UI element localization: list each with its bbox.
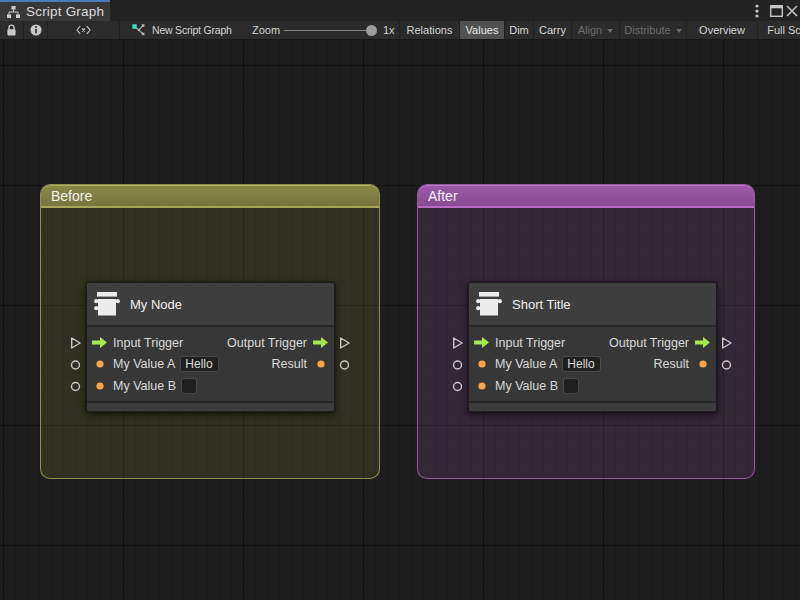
port-result[interactable]: Result bbox=[272, 357, 328, 371]
value-dot-icon bbox=[96, 382, 104, 390]
value-dot-icon bbox=[478, 382, 486, 390]
code-icon bbox=[76, 25, 91, 35]
unit-icon bbox=[93, 291, 121, 317]
flow-arrow-icon bbox=[474, 337, 489, 348]
port-row-trigger: Input Trigger Output Trigger bbox=[87, 332, 334, 353]
group-label: Before bbox=[51, 188, 92, 204]
zoom-label: Zoom bbox=[252, 21, 280, 39]
value-dot-icon bbox=[96, 360, 104, 368]
value-a-input[interactable]: Hello bbox=[180, 356, 219, 372]
port-output-trigger[interactable]: Output Trigger bbox=[227, 336, 328, 350]
toolbar-buttons: Relations Values Dim Carry Align Distrib… bbox=[399, 21, 800, 39]
toolbar: New Script Graph Zoom 1x Relations Value… bbox=[0, 21, 800, 40]
port-output-trigger[interactable]: Output Trigger bbox=[609, 336, 710, 350]
dim-button[interactable]: Dim bbox=[504, 21, 533, 39]
maximize-icon[interactable] bbox=[769, 0, 783, 21]
chevron-down-icon bbox=[676, 29, 682, 33]
node-short-title[interactable]: Short Title Input Trigger Output Trigger bbox=[468, 282, 717, 412]
node-footer bbox=[87, 401, 334, 411]
kebab-menu-icon[interactable] bbox=[750, 0, 764, 21]
info-icon bbox=[30, 24, 42, 36]
distribute-dropdown[interactable]: Distribute bbox=[619, 21, 686, 39]
unit-icon bbox=[475, 291, 503, 317]
carry-button[interactable]: Carry bbox=[533, 21, 571, 39]
port-result[interactable]: Result bbox=[654, 357, 710, 371]
graph-name: New Script Graph bbox=[152, 24, 232, 36]
info-button[interactable] bbox=[24, 21, 48, 39]
node-my-node[interactable]: My Node Input Trigger Output Trigger bbox=[86, 282, 335, 412]
port-value-a[interactable]: My Value A Hello bbox=[92, 356, 219, 372]
zoom-slider-knob[interactable] bbox=[366, 25, 377, 36]
lock-icon bbox=[6, 24, 17, 36]
flow-arrow-icon bbox=[92, 337, 107, 348]
flow-arrow-icon bbox=[313, 337, 328, 348]
new-script-graph-icon bbox=[132, 24, 145, 36]
port-row-value-a: My Value A Hello Result bbox=[87, 354, 334, 375]
full-screen-button[interactable]: Full Screen bbox=[757, 21, 800, 39]
node-header[interactable]: My Node bbox=[87, 283, 334, 327]
script-graph-window: Script Graph bbox=[0, 0, 800, 600]
flow-arrow-icon bbox=[695, 337, 710, 348]
node-title: Short Title bbox=[512, 297, 571, 312]
value-dot-icon bbox=[699, 360, 707, 368]
value-b-input[interactable] bbox=[563, 378, 579, 394]
node-body: Input Trigger Output Trigger My Value A … bbox=[469, 327, 716, 396]
port-value-b[interactable]: My Value B bbox=[92, 378, 197, 394]
value-b-input[interactable] bbox=[181, 378, 197, 394]
node-footer bbox=[469, 401, 716, 411]
node-header[interactable]: Short Title bbox=[469, 283, 716, 327]
align-dropdown[interactable]: Align bbox=[571, 21, 619, 39]
port-row-value-b: My Value B bbox=[87, 375, 334, 396]
graph-tab-icon bbox=[7, 6, 20, 18]
port-input-trigger[interactable]: Input Trigger bbox=[474, 336, 565, 350]
relations-button[interactable]: Relations bbox=[399, 21, 459, 39]
overview-button[interactable]: Overview bbox=[686, 21, 757, 39]
group-after-header[interactable]: After bbox=[418, 185, 754, 208]
port-row-value-a: My Value A Hello Result bbox=[469, 354, 716, 375]
chevron-down-icon bbox=[607, 29, 613, 33]
graph-canvas[interactable]: Before After My Node bbox=[0, 40, 800, 600]
group-before-header[interactable]: Before bbox=[41, 185, 379, 208]
code-view-button[interactable] bbox=[48, 21, 120, 39]
close-icon[interactable] bbox=[785, 0, 799, 21]
zoom-value: 1x bbox=[383, 21, 395, 39]
values-button[interactable]: Values bbox=[459, 21, 504, 39]
node-body: Input Trigger Output Trigger My Value A … bbox=[87, 327, 334, 396]
node-title: My Node bbox=[130, 297, 182, 312]
tab-title: Script Graph bbox=[26, 4, 104, 19]
value-a-input[interactable]: Hello bbox=[562, 356, 601, 372]
port-row-trigger: Input Trigger Output Trigger bbox=[469, 332, 716, 353]
zoom-slider-track[interactable] bbox=[284, 30, 372, 31]
lock-button[interactable] bbox=[0, 21, 24, 39]
value-dot-icon bbox=[478, 360, 486, 368]
group-label: After bbox=[428, 188, 458, 204]
port-value-a[interactable]: My Value A Hello bbox=[474, 356, 601, 372]
graph-reference[interactable]: New Script Graph bbox=[121, 21, 232, 39]
value-dot-icon bbox=[317, 360, 325, 368]
title-bar: Script Graph bbox=[0, 0, 800, 21]
port-value-b[interactable]: My Value B bbox=[474, 378, 579, 394]
port-row-value-b: My Value B bbox=[469, 375, 716, 396]
tab-script-graph[interactable]: Script Graph bbox=[0, 0, 110, 21]
port-input-trigger[interactable]: Input Trigger bbox=[92, 336, 183, 350]
